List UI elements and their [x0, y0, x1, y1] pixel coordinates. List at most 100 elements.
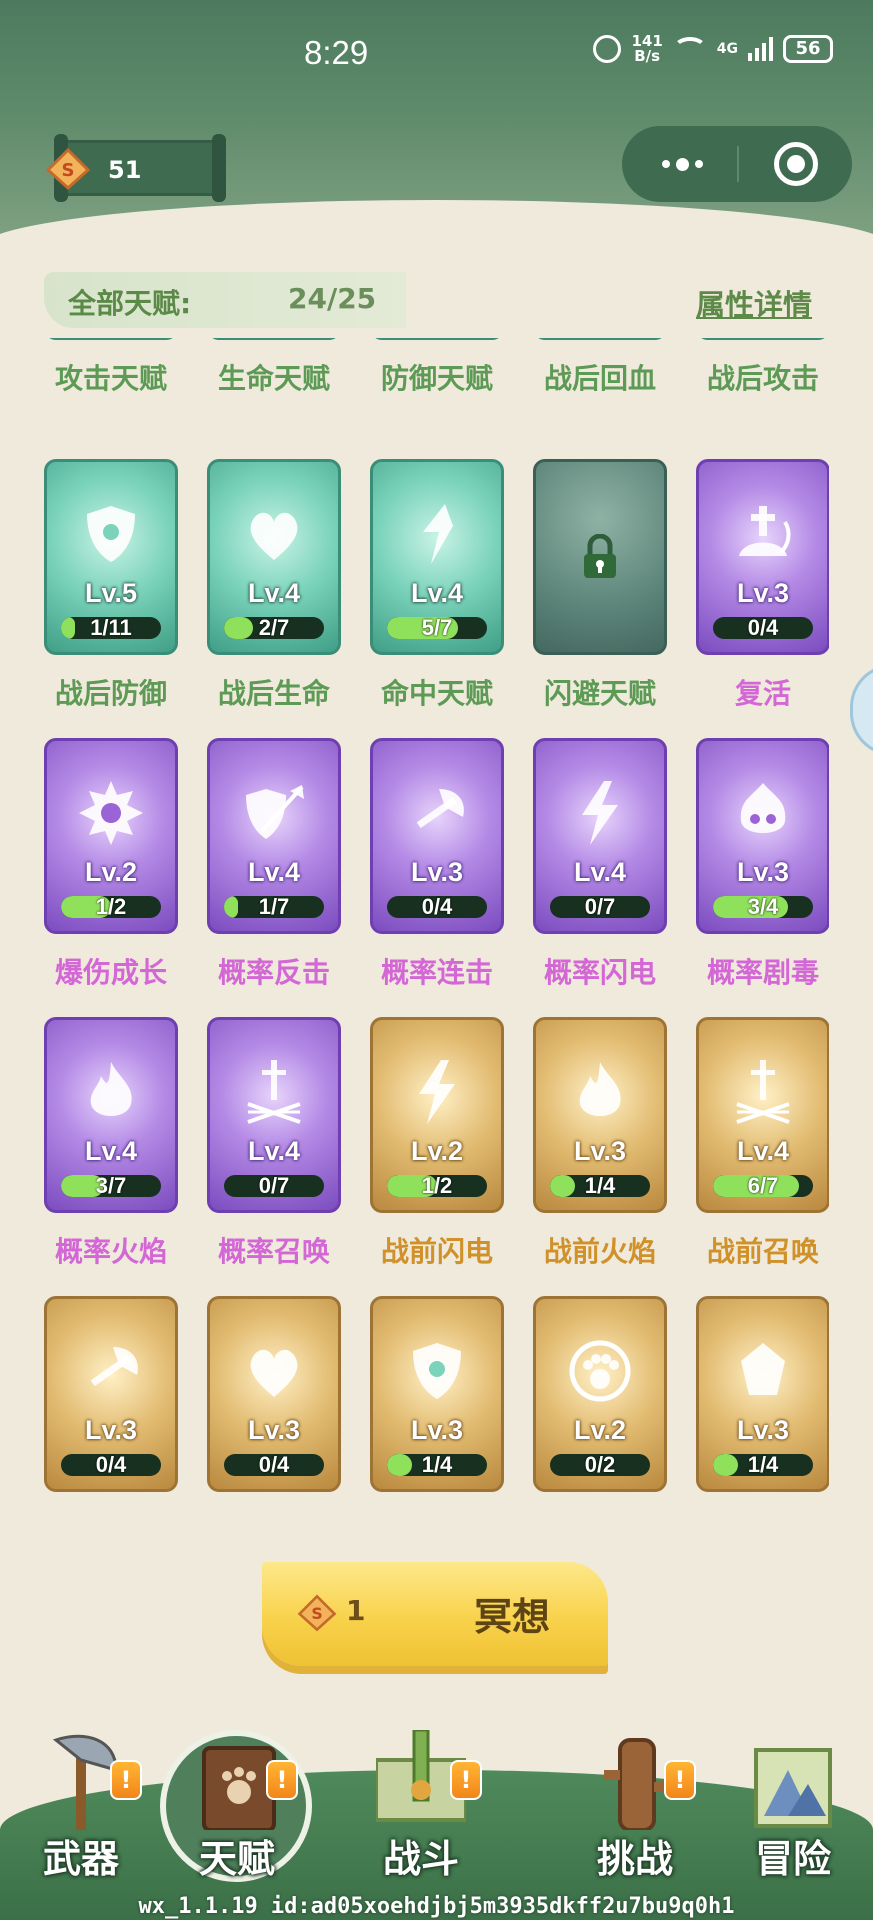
talent-level: Lv.3: [573, 1136, 627, 1166]
nav-label: 战斗: [382, 1837, 459, 1881]
status-time: 8:29: [304, 34, 369, 71]
talent-progress-bar: 1/4: [713, 1454, 813, 1476]
talent-progress-text: 0/4: [95, 1454, 127, 1476]
talent-name: 概率召唤: [217, 1235, 330, 1268]
talent-card[interactable]: Lv.4 0/7: [533, 738, 667, 934]
talent-name: 复活: [734, 677, 791, 710]
talent-progress-text: 1/4: [584, 1175, 616, 1197]
meditate-button[interactable]: S 1 冥想: [262, 1562, 608, 1666]
battery-icon: 56: [783, 35, 833, 63]
more-icon[interactable]: [652, 150, 712, 178]
attribute-detail-link[interactable]: 属性详情: [696, 282, 812, 324]
talent-card[interactable]: Lv.3 1/4: [370, 1296, 504, 1492]
talent-card[interactable]: Lv.4 1/7: [207, 738, 341, 934]
talent-card[interactable]: Lv.4 2/7: [207, 459, 341, 655]
nav-item-1[interactable]: 天赋!: [162, 1690, 312, 1890]
talent-card[interactable]: Lv.5 1/11: [44, 459, 178, 655]
currency-count: 51: [108, 156, 142, 184]
talent-level: Lv.3: [736, 1415, 790, 1445]
talent-card[interactable]: Lv.4 5/7: [370, 459, 504, 655]
talent-level: Lv.3: [736, 857, 790, 887]
talent-name: 战前火焰: [543, 1235, 656, 1268]
talent-card[interactable]: Lv.4 6/7: [696, 1017, 829, 1213]
talent-progress-text: 0/2: [584, 1454, 616, 1476]
talent-progress-bar: 1/7: [224, 896, 324, 918]
talent-name: 战后防御: [54, 677, 167, 710]
talent-progress-text: 6/7: [747, 1175, 779, 1197]
talent-progress-bar: 0/4: [713, 617, 813, 639]
talent-level: Lv.2: [410, 1136, 464, 1166]
alert-badge-icon: !: [664, 1760, 696, 1800]
talent-progress-text: 3/7: [95, 1175, 127, 1197]
talent-name: 概率剧毒: [706, 956, 819, 989]
talent-card[interactable]: Lv.2 1/2: [44, 738, 178, 934]
poison-skull-icon: [740, 783, 786, 833]
talent-level: Lv.4: [84, 1136, 138, 1166]
talent-name: 战后回血: [543, 362, 656, 395]
talent-progress-bar: 1/4: [387, 1454, 487, 1476]
revive-cross-icon: [739, 506, 791, 556]
nav-label: 挑战: [596, 1837, 673, 1881]
talent-level: Lv.2: [573, 1415, 627, 1445]
nav-item-2[interactable]: 战斗!: [346, 1690, 496, 1890]
talent-card[interactable]: Lv.3 0/4: [207, 1296, 341, 1492]
talent-progress-text: 1/11: [579, 302, 621, 324]
talent-card[interactable]: [533, 459, 667, 655]
talent-level: Lv.3: [736, 578, 790, 608]
talent-card[interactable]: Lv.4 0/7: [207, 1017, 341, 1213]
talent-name: 攻击天赋: [54, 362, 167, 395]
talent-card[interactable]: Lv.4 3/7: [44, 1017, 178, 1213]
talent-name: 战后生命: [217, 677, 330, 710]
nav-item-4[interactable]: 冒险: [718, 1690, 868, 1890]
talent-card[interactable]: Lv.3 0/4: [44, 1296, 178, 1492]
shield-icon: [87, 506, 135, 562]
talent-level: Lv.3: [84, 1415, 138, 1445]
axe-icon: [416, 789, 464, 829]
wifi-icon: [672, 37, 707, 61]
talent-progress-text: 3/4: [747, 896, 779, 918]
talent-progress-bar: 3/4: [713, 896, 813, 918]
network-type: 4G: [716, 41, 738, 57]
shield-icon: [413, 1343, 461, 1399]
talent-progress-bar: 1/2: [387, 1175, 487, 1197]
talent-card[interactable]: Lv.3 1/4: [533, 1017, 667, 1213]
talent-card[interactable]: Lv.3 1/4: [696, 1296, 829, 1492]
lock-icon: [584, 534, 616, 578]
talent-name: 概率火焰: [54, 1235, 167, 1268]
talent-progress-text: 0/7: [584, 896, 616, 918]
talent-summary: 全部天赋: 24/25: [44, 272, 406, 328]
talent-progress-bar: 0/7: [550, 896, 650, 918]
talent-name: 战前闪电: [380, 1235, 493, 1268]
talent-card[interactable]: Lv.3 0/4: [370, 738, 504, 934]
talent-level: Lv.3: [410, 1415, 464, 1445]
talent-card[interactable]: Lv.3 3/4: [696, 738, 829, 934]
talent-level: Lv.3: [410, 857, 464, 887]
close-target-icon[interactable]: [774, 142, 818, 186]
nav-label: 武器: [42, 1837, 119, 1881]
version-text: wx_1.1.19 id:ad05xoehdjbj5m3935dkff2u7bu…: [138, 1894, 735, 1919]
heart-icon: [250, 512, 298, 560]
nav-item-0[interactable]: 武器!: [6, 1690, 156, 1890]
talent-name: 概率闪电: [543, 956, 656, 989]
talent-progress-bar: 1/11: [550, 302, 650, 324]
talent-progress-fill: [550, 302, 564, 324]
side-float-tab[interactable]: [850, 664, 873, 756]
talent-card[interactable]: Lv.3 0/4: [696, 459, 829, 655]
talent-name: 概率连击: [380, 956, 493, 989]
heart-icon: [250, 1349, 298, 1397]
talent-level: Lv.4: [247, 857, 301, 887]
talent-name: 生命天赋: [217, 362, 330, 395]
talent-name: 命中天赋: [380, 677, 493, 710]
gem-icon: [741, 1343, 785, 1395]
talent-progress-text: 0/7: [258, 1175, 290, 1197]
talent-card[interactable]: Lv.2 1/2: [370, 1017, 504, 1213]
talent-card[interactable]: Lv.2 0/2: [533, 1296, 667, 1492]
nav-item-3[interactable]: 挑战!: [560, 1690, 710, 1890]
svg-text:S: S: [62, 160, 75, 181]
talent-progress-text: 1/4: [747, 1454, 779, 1476]
talent-level: Lv.3: [247, 1415, 301, 1445]
talent-progress-bar: 1/4: [550, 1175, 650, 1197]
talent-progress-text: 1/11: [90, 617, 132, 639]
talent-name: 防御天赋: [380, 362, 493, 395]
talent-level: Lv.4: [573, 857, 627, 887]
